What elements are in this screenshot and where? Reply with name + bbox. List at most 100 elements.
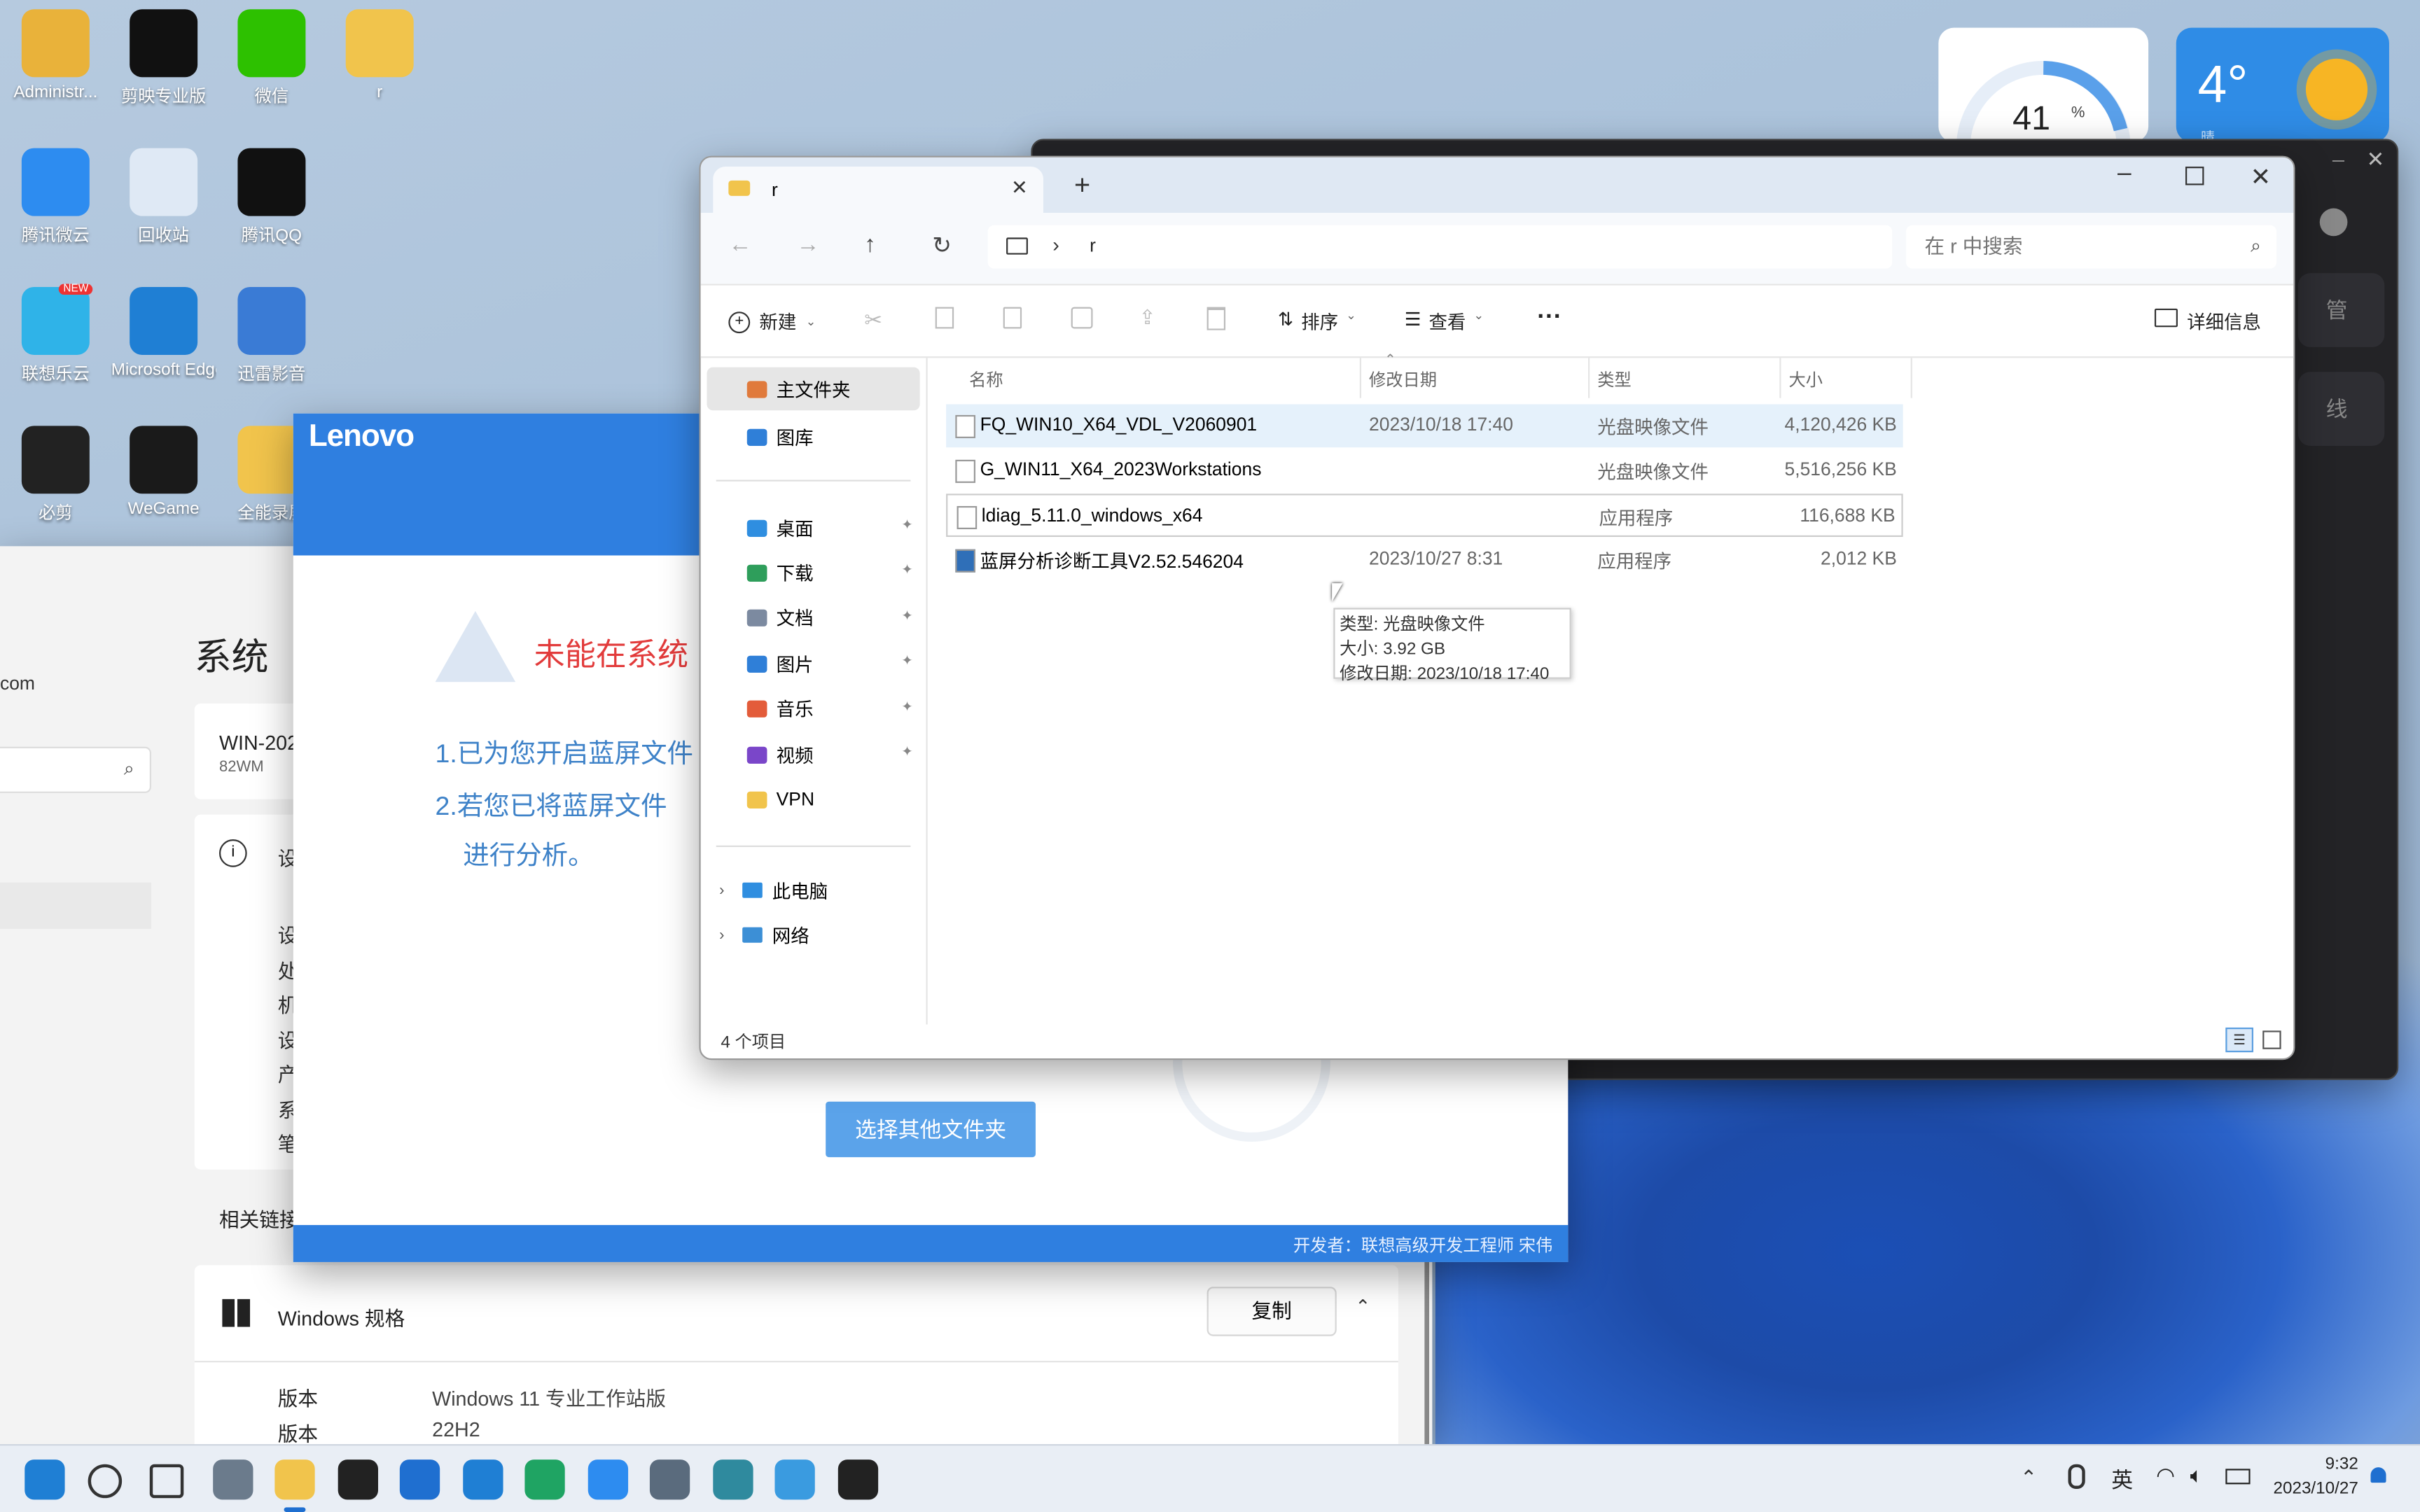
desktop-icon[interactable]: 回收站 (111, 148, 216, 247)
settings-nav-selected[interactable] (0, 882, 152, 929)
breadcrumb-current[interactable]: r (1090, 234, 1096, 256)
column-divider[interactable] (1779, 358, 1781, 398)
forward-icon[interactable]: → (796, 232, 819, 258)
tiles-view-icon[interactable] (2262, 1030, 2281, 1049)
nav-gallery[interactable]: 图库 (746, 418, 814, 455)
chevron-up-icon[interactable]: ⌃ (2020, 1466, 2037, 1490)
nav-home[interactable]: 主文件夹 (707, 367, 920, 411)
paste-icon[interactable] (1003, 307, 1022, 329)
start-icon[interactable] (25, 1460, 65, 1500)
pin-icon[interactable]: ✦ (901, 743, 913, 760)
file-row[interactable]: ldiag_5.11.0_windows_x64 应用程序 116,688 KB (946, 493, 1903, 538)
desktop-icon[interactable]: 腾讯QQ (219, 148, 324, 247)
more-button[interactable]: ··· (1537, 304, 1562, 332)
column-divider[interactable] (1910, 358, 1912, 398)
copy-button[interactable]: 复制 (1206, 1287, 1337, 1336)
file-explorer-icon[interactable] (274, 1460, 315, 1500)
clock-date[interactable]: 2023/10/27 (2274, 1480, 2358, 1498)
choose-folder-button[interactable]: 选择其他文件夹 (826, 1101, 1036, 1158)
new-button[interactable]: + 新建 ⌄ (728, 309, 816, 335)
pin-icon[interactable]: ✦ (901, 608, 913, 624)
dark-close-icon[interactable]: ✕ (2366, 146, 2384, 172)
column-divider[interactable] (1359, 358, 1362, 398)
settings-icon[interactable] (649, 1460, 690, 1500)
dark-panel-2[interactable]: 线 (2297, 372, 2385, 446)
sort-button[interactable]: ⇅ 排序 ⌄ (1278, 309, 1356, 335)
address-bar[interactable]: › r (987, 225, 1893, 269)
nav-quick-item[interactable]: 桌面 (746, 509, 814, 546)
desktop-icon[interactable]: 联想乐云 NEW (3, 284, 108, 386)
nav-this-pc[interactable]: › 此电脑 (719, 872, 828, 909)
nav-quick-item[interactable]: 视频 (746, 736, 814, 773)
settings-search-box[interactable]: ⌕ (0, 746, 152, 793)
task-view-icon[interactable] (149, 1464, 184, 1499)
app-green-icon[interactable] (524, 1460, 565, 1500)
rename-icon[interactable] (1071, 307, 1093, 329)
search-icon[interactable] (88, 1464, 123, 1499)
cut-icon[interactable]: ✂ (864, 307, 882, 333)
chevron-up-icon[interactable]: ⌃ (1355, 1296, 1370, 1317)
details-view-icon[interactable]: ☰ (2225, 1027, 2253, 1053)
volume-icon[interactable]: 🔈︎ (2190, 1462, 2204, 1488)
desktop-icon[interactable]: 必剪 (3, 426, 108, 524)
share-icon[interactable]: ⇪ (1139, 305, 1156, 330)
desktop-icon[interactable]: Administr... (3, 9, 108, 102)
store-icon[interactable] (399, 1460, 440, 1500)
tab-r[interactable]: r ✕ (713, 167, 1043, 214)
delete-icon[interactable] (1206, 307, 1226, 330)
file-row[interactable]: FQ_WIN10_X64_VDL_V2060901 2023/10/18 17:4… (946, 404, 1903, 448)
back-icon[interactable]: ← (728, 232, 751, 258)
nav-quick-item[interactable]: 下载 (746, 554, 814, 592)
nav-quick-item[interactable]: VPN (746, 781, 814, 818)
new-tab-button[interactable]: + (1074, 169, 1090, 202)
desktop-icon[interactable]: 微信 (219, 9, 324, 108)
bijian-icon[interactable] (837, 1460, 879, 1500)
desktop-icon[interactable]: 腾讯微云 (3, 148, 108, 247)
desktop-icon[interactable]: WeGame (111, 426, 216, 519)
related-links[interactable]: 相关链接 (219, 1203, 300, 1233)
ime-indicator[interactable]: 英 (2111, 1464, 2133, 1495)
minimize-icon[interactable]: – (2118, 160, 2132, 188)
weather-widget[interactable]: 4° 晴 (2176, 27, 2389, 142)
capcut-icon[interactable] (338, 1460, 379, 1500)
tab-close-icon[interactable]: ✕ (1011, 176, 1028, 200)
microphone-icon[interactable] (2068, 1464, 2085, 1489)
view-button[interactable]: ☰ 查看 ⌄ (1405, 309, 1484, 335)
nav-quick-item[interactable]: 文档 (746, 600, 814, 637)
desktop-icon[interactable]: 剪映专业版 (111, 9, 216, 108)
column-header[interactable]: 修改日期 (1369, 368, 1437, 392)
search-input[interactable] (1921, 232, 2221, 260)
nav-quick-item[interactable]: 音乐 (746, 691, 814, 728)
desktop-icon[interactable]: r (327, 9, 432, 102)
maximize-icon[interactable] (2185, 167, 2204, 186)
copilot-icon[interactable] (213, 1460, 253, 1500)
desktop-icon[interactable]: 迅雷影音 (219, 286, 324, 386)
dark-minimize-icon[interactable]: – (2332, 146, 2344, 171)
column-divider[interactable] (1588, 358, 1590, 398)
file-row[interactable]: G_WIN11_X64_2023Workstations 光盘映像文件 5,516,… (946, 449, 1903, 492)
battery-icon[interactable] (2225, 1469, 2251, 1485)
up-icon[interactable]: ↑ (864, 232, 876, 258)
pin-icon[interactable]: ✦ (901, 653, 913, 670)
details-button[interactable]: 详细信息 (2154, 308, 2261, 335)
pin-icon[interactable]: ✦ (901, 562, 913, 579)
weiyun-icon[interactable] (587, 1460, 629, 1500)
tool-icon[interactable] (774, 1460, 815, 1500)
desktop-icon[interactable]: Microsoft Edge (111, 286, 216, 379)
search-box[interactable]: ⌕ (1906, 225, 2277, 269)
nav-quick-item[interactable]: 图片 (746, 645, 814, 682)
column-header[interactable]: 大小 (1789, 368, 1823, 392)
column-header[interactable]: 类型 (1597, 368, 1631, 392)
wifi-icon[interactable]: ◠ (2156, 1462, 2175, 1488)
refresh-icon[interactable]: ↻ (932, 232, 952, 259)
notification-bell-icon[interactable] (2370, 1467, 2386, 1483)
copy-icon[interactable] (935, 307, 954, 329)
close-icon[interactable]: ✕ (2251, 162, 2272, 192)
pin-icon[interactable]: ✦ (901, 699, 913, 715)
clock-time[interactable]: 9:32 (2325, 1455, 2358, 1473)
pin-icon[interactable]: ✦ (901, 517, 913, 533)
gauge-widget[interactable]: 41 % (1938, 27, 2149, 142)
column-header[interactable]: 名称 (969, 368, 1003, 392)
edge-icon[interactable] (463, 1460, 503, 1500)
dark-panel-1[interactable]: 管 (2297, 273, 2385, 347)
